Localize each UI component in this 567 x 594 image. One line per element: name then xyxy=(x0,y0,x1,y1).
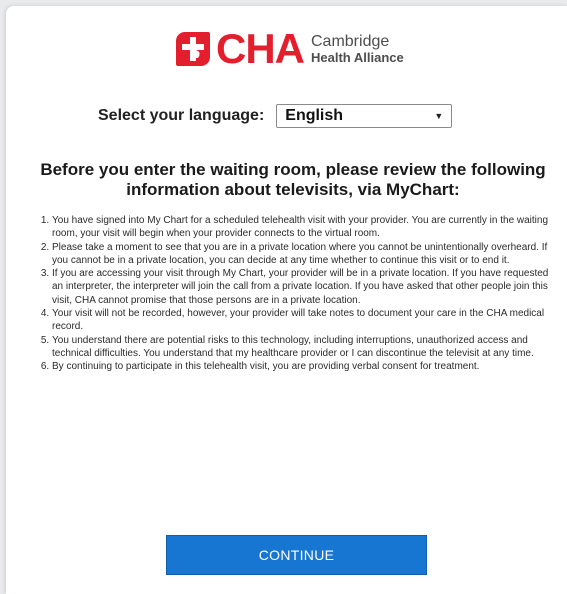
logo-subtitle: Cambridge Health Alliance xyxy=(311,32,404,65)
logo-subtitle-line1: Cambridge xyxy=(311,32,390,50)
language-row: Select your language: English ▼ xyxy=(98,104,453,128)
logo-subtitle-line2: Health Alliance xyxy=(311,49,404,65)
list-item: If you are accessing your visit through … xyxy=(52,267,556,307)
logo-wordmark: CHA xyxy=(216,25,305,72)
language-selected-value: English xyxy=(285,107,344,124)
language-select[interactable]: English ▼ xyxy=(276,104,453,128)
list-item: You have signed into My Chart for a sche… xyxy=(52,214,556,241)
list-item: Your visit will not be recorded, however… xyxy=(52,307,556,334)
list-item: By continuing to participate in this tel… xyxy=(52,360,556,373)
triangle-down-icon: ▼ xyxy=(434,111,444,121)
cha-logo: CHA Cambridge Health Alliance xyxy=(176,26,404,72)
consent-card: CHA Cambridge Health Alliance Select you… xyxy=(6,6,567,594)
continue-button[interactable]: CONTINUE xyxy=(166,535,427,575)
list-item: You understand there are potential risks… xyxy=(52,334,556,361)
page-heading: Before you enter the waiting room, pleas… xyxy=(40,160,546,199)
cha-cross-logo-icon xyxy=(176,32,210,66)
televisit-info-list: You have signed into My Chart for a sche… xyxy=(28,214,556,374)
language-label: Select your language: xyxy=(98,107,265,124)
list-item: Please take a moment to see that you are… xyxy=(52,241,556,268)
